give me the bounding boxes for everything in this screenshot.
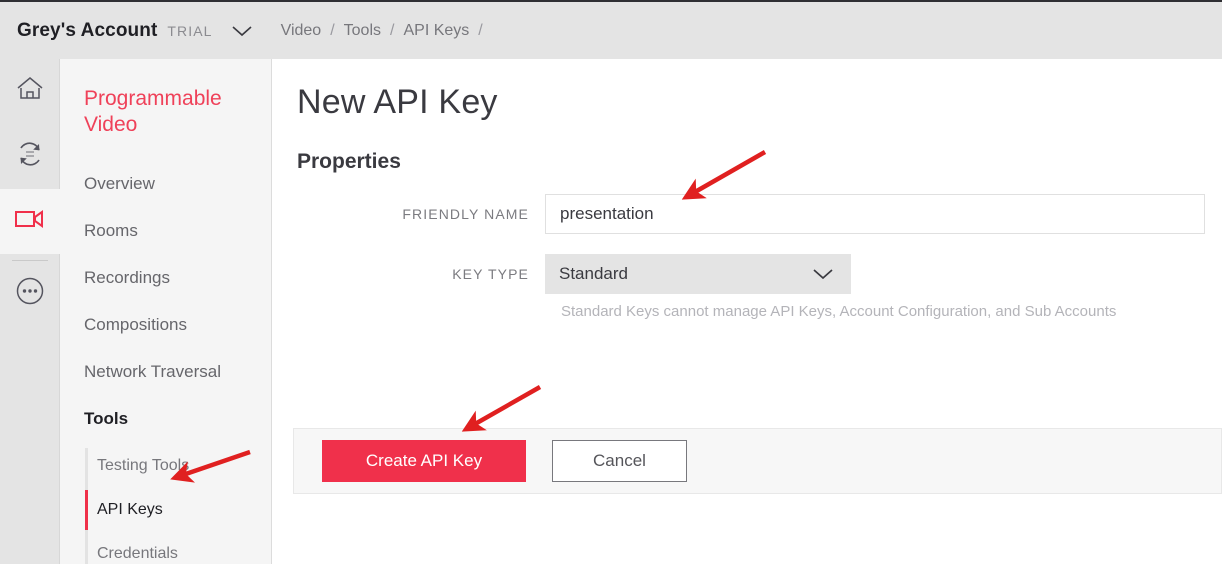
icon-rail xyxy=(0,59,60,564)
friendly-name-input[interactable] xyxy=(545,194,1205,234)
sync-icon xyxy=(15,139,45,174)
app-window: Grey's Account TRIAL Video / Tools / API… xyxy=(0,0,1222,564)
breadcrumb-item-video[interactable]: Video xyxy=(281,22,322,40)
sidebar-item-rooms[interactable]: Rooms xyxy=(60,207,271,254)
rail-item-programmable-video[interactable] xyxy=(0,189,60,254)
key-type-helper-text: Standard Keys cannot manage API Keys, Ac… xyxy=(561,303,1117,320)
sidebar-subnav: Testing Tools API Keys Credentials xyxy=(60,444,271,564)
sidebar-item-compositions[interactable]: Compositions xyxy=(60,301,271,348)
breadcrumb-separator: / xyxy=(330,21,335,39)
section-title-properties: Properties xyxy=(297,150,401,173)
cancel-button[interactable]: Cancel xyxy=(552,440,687,482)
sidebar-item-network-traversal[interactable]: Network Traversal xyxy=(60,348,271,395)
rail-item-sync[interactable] xyxy=(0,124,60,189)
breadcrumb-item-api-keys[interactable]: API Keys xyxy=(403,22,469,40)
product-sidebar: Programmable Video Overview Rooms Record… xyxy=(60,59,272,564)
ellipsis-circle-icon xyxy=(14,275,46,312)
chevron-down-icon[interactable] xyxy=(229,23,255,39)
sidebar-item-tools[interactable]: Tools xyxy=(60,395,271,442)
top-header-bar: Grey's Account TRIAL Video / Tools / API… xyxy=(0,0,1222,59)
create-api-key-button[interactable]: Create API Key xyxy=(322,440,526,482)
sidebar-product-title[interactable]: Programmable Video xyxy=(60,86,271,138)
sidebar-subitem-api-keys[interactable]: API Keys xyxy=(85,488,271,532)
sidebar-item-overview[interactable]: Overview xyxy=(60,160,271,207)
video-camera-icon xyxy=(13,206,47,237)
key-type-selected-value: Standard xyxy=(559,264,628,283)
page-title: New API Key xyxy=(297,83,498,121)
chevron-down-icon xyxy=(811,254,835,294)
breadcrumb-separator: / xyxy=(390,21,395,39)
breadcrumb: Video / Tools / API Keys / xyxy=(281,22,492,40)
breadcrumb-item-tools[interactable]: Tools xyxy=(344,22,381,40)
home-icon xyxy=(15,75,45,108)
form-row-friendly-name: FRIENDLY NAME xyxy=(273,194,1222,234)
account-name: Grey's Account xyxy=(17,19,158,41)
sidebar-item-recordings[interactable]: Recordings xyxy=(60,254,271,301)
friendly-name-label: FRIENDLY NAME xyxy=(402,206,529,222)
key-type-label: KEY TYPE xyxy=(452,266,529,282)
form-row-key-type: KEY TYPE Standard xyxy=(273,254,1222,294)
breadcrumb-separator: / xyxy=(478,21,483,39)
sidebar-subitem-testing-tools[interactable]: Testing Tools xyxy=(85,444,271,488)
rail-item-home[interactable] xyxy=(0,59,60,124)
rail-item-more[interactable] xyxy=(0,261,60,326)
key-type-select[interactable]: Standard xyxy=(545,254,851,294)
main-content: New API Key Properties FRIENDLY NAME KEY… xyxy=(273,59,1222,564)
action-bar: Create API Key Cancel xyxy=(293,428,1222,494)
account-plan-badge: TRIAL xyxy=(167,22,213,39)
sidebar-subitem-credentials[interactable]: Credentials xyxy=(85,532,271,564)
